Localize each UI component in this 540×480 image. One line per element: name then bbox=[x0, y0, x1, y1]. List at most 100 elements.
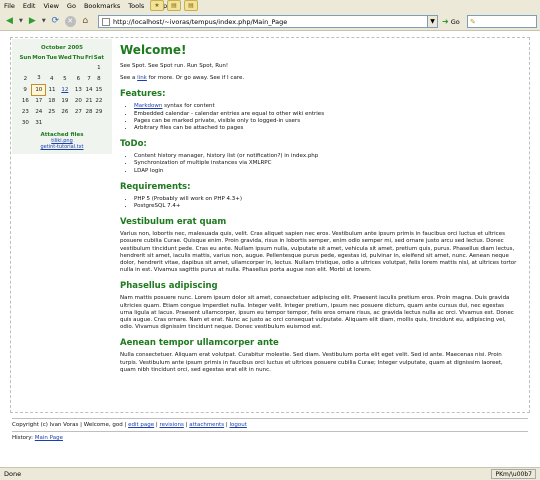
chevron-down-icon[interactable]: ▼ bbox=[42, 18, 46, 24]
menu-view[interactable]: View bbox=[43, 2, 58, 10]
intro-paragraph: See Spot. See Spot run. Run Spot, Run! bbox=[120, 63, 229, 69]
calendar-weekday: Wed bbox=[58, 55, 72, 61]
list-item: LDAP login bbox=[134, 168, 518, 175]
history-link[interactable]: Main Page bbox=[35, 435, 63, 441]
calendar-day[interactable]: 25 bbox=[46, 106, 58, 117]
calendar-day[interactable]: 18 bbox=[46, 95, 58, 106]
calendar-day[interactable]: 26 bbox=[58, 106, 73, 117]
calendar-day[interactable]: 12 bbox=[58, 84, 73, 95]
calendar-day[interactable]: 7 bbox=[85, 73, 94, 84]
search-input[interactable]: ✎ bbox=[467, 15, 537, 28]
calendar-day[interactable]: 22 bbox=[93, 95, 104, 106]
section-paragraph: Varius non, lobortis nec, malesuada quis… bbox=[120, 231, 517, 274]
intro-paragraph: See a link for more. Or go away. See if … bbox=[120, 75, 518, 82]
menu-tools[interactable]: Tools bbox=[128, 2, 144, 10]
calendar-day[interactable]: 5 bbox=[58, 73, 73, 84]
go-button[interactable]: ➜ Go bbox=[442, 15, 460, 28]
history-line: History: Main Page bbox=[12, 435, 528, 441]
history-label: History: bbox=[12, 435, 35, 441]
calendar-empty-cell bbox=[85, 117, 94, 128]
folder-icon[interactable]: ▤ bbox=[167, 0, 181, 11]
home-icon[interactable]: ⌂ bbox=[79, 15, 92, 28]
calendar-week: 30 31 bbox=[19, 117, 105, 128]
calendar-day[interactable]: 13 bbox=[72, 84, 85, 95]
revisions-link[interactable]: revisions bbox=[159, 422, 183, 428]
footer-divider bbox=[12, 431, 528, 432]
bookmark-icons: ★ ▤ ▤ bbox=[150, 0, 198, 11]
copyright-text: Copyright (c) Ivan Voras | Welcome, god … bbox=[12, 422, 129, 428]
search-engine-icon: ✎ bbox=[470, 17, 476, 26]
status-bar: Done PKm/\u00b7 bbox=[0, 467, 540, 480]
calendar-week: 2345678 bbox=[19, 73, 105, 84]
status-indicator: PKm/\u00b7 bbox=[491, 469, 536, 479]
calendar-day[interactable]: 14 bbox=[85, 84, 94, 95]
page-title: Welcome! bbox=[120, 43, 187, 57]
todo-heading: ToDo: bbox=[120, 139, 147, 150]
logout-link[interactable]: logout bbox=[229, 422, 246, 428]
calendar-day[interactable]: 1 bbox=[93, 62, 104, 73]
calendar-day[interactable]: 30 bbox=[19, 117, 32, 128]
list-item: PostgreSQL 7.4+ bbox=[134, 203, 518, 210]
attachments-link[interactable]: attachments bbox=[189, 422, 224, 428]
calendar-day[interactable]: 24 bbox=[32, 106, 46, 117]
calendar-day[interactable]: 11 bbox=[46, 84, 58, 95]
calendar-day[interactable]: 3 bbox=[32, 73, 46, 84]
calendar-day[interactable]: 29 bbox=[93, 106, 104, 117]
calendar-day[interactable]: 31 bbox=[32, 117, 46, 128]
calendar-day[interactable]: 9 bbox=[19, 84, 32, 95]
chevron-down-icon[interactable]: ▼ bbox=[19, 18, 23, 24]
calendar-day[interactable]: 28 bbox=[85, 106, 94, 117]
go-label: Go bbox=[450, 17, 460, 26]
calendar-day[interactable]: 20 bbox=[72, 95, 85, 106]
calendar-empty-cell bbox=[58, 62, 73, 73]
calendar-empty-cell bbox=[85, 62, 94, 73]
calendar-week: 23 24 25 26 27 28 29 bbox=[19, 106, 105, 117]
calendar-empty-cell bbox=[46, 117, 58, 128]
calendar-empty-cell bbox=[58, 117, 73, 128]
requirements-list: PHP 5 (Probably will work on PHP 4.3+) P… bbox=[134, 196, 518, 210]
calendar-day[interactable]: 19 bbox=[58, 95, 73, 106]
menu-edit[interactable]: Edit bbox=[23, 2, 36, 10]
footer-divider bbox=[12, 418, 528, 419]
calendar-day[interactable]: 8 bbox=[93, 73, 104, 84]
attachment-link[interactable]: getint-tutorial.txt bbox=[16, 144, 108, 150]
edit-page-link[interactable]: edit page bbox=[128, 422, 154, 428]
features-list: Markdown syntax for content Embedded cal… bbox=[134, 103, 518, 132]
page-icon bbox=[102, 17, 110, 26]
back-arrow-icon[interactable]: ◀ bbox=[3, 15, 16, 28]
calendar-day[interactable]: 4 bbox=[46, 73, 58, 84]
list-item: Arbitrary files can be attached to pages bbox=[134, 125, 518, 132]
calendar-week: 9 10 11 12 13 14 15 bbox=[19, 83, 105, 96]
calendar-day[interactable]: 10 bbox=[31, 83, 47, 96]
markdown-link[interactable]: Markdown bbox=[134, 103, 162, 109]
calendar-day[interactable]: 17 bbox=[32, 95, 46, 106]
intro-link[interactable]: link bbox=[137, 75, 147, 81]
bookmark-icon[interactable]: ★ bbox=[150, 0, 164, 11]
chevron-down-icon[interactable]: ▼ bbox=[427, 16, 437, 27]
list-item: Synchronization of multiple instances vi… bbox=[134, 160, 518, 167]
list-item-text: syntax for content bbox=[162, 103, 215, 110]
calendar-weekday: Fri bbox=[84, 55, 93, 61]
stop-icon[interactable]: ✕ bbox=[64, 15, 76, 27]
url-bar[interactable]: http://localhost/~ivoras/tempus/index.ph… bbox=[98, 15, 438, 28]
calendar-empty-cell bbox=[32, 62, 46, 73]
requirements-heading: Requirements: bbox=[120, 181, 191, 192]
menu-go[interactable]: Go bbox=[67, 2, 76, 10]
calendar-day[interactable]: 15 bbox=[93, 84, 104, 95]
calendar-day[interactable]: 27 bbox=[72, 106, 85, 117]
calendar-title: October 2005 bbox=[41, 45, 83, 51]
calendar-day[interactable]: 6 bbox=[72, 73, 85, 84]
reload-icon[interactable]: ⟳ bbox=[49, 15, 62, 28]
calendar-day[interactable]: 21 bbox=[85, 95, 94, 106]
section-paragraph: Nulla consectetuer. Aliquam erat volutpa… bbox=[120, 352, 503, 373]
calendar-day[interactable]: 16 bbox=[19, 95, 32, 106]
calendar-day[interactable]: 2 bbox=[19, 73, 32, 84]
calendar-weekday: Mon bbox=[32, 55, 46, 61]
menu-bookmarks[interactable]: Bookmarks bbox=[84, 2, 120, 10]
section-heading: Aenean tempor ullamcorper ante bbox=[120, 338, 279, 349]
forward-arrow-icon[interactable]: ▶ bbox=[26, 15, 39, 28]
list-item: Pages can be marked private, visible onl… bbox=[134, 118, 518, 125]
calendar-day[interactable]: 23 bbox=[19, 106, 32, 117]
menu-file[interactable]: File bbox=[4, 2, 15, 10]
folder-icon[interactable]: ▤ bbox=[184, 0, 198, 11]
